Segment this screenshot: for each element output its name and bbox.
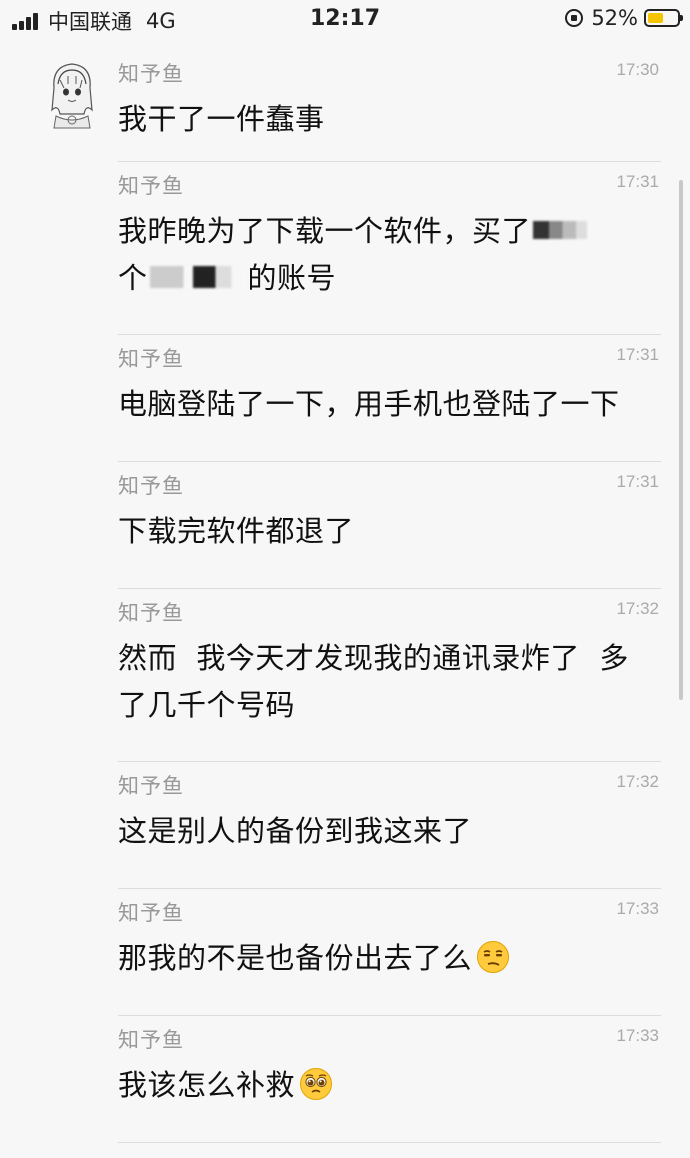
sender-name: 知予鱼	[118, 174, 184, 198]
message-time: 17:33	[616, 899, 659, 918]
orientation-lock-icon	[565, 9, 584, 27]
message-text: 那我的不是也备份出去了么	[118, 935, 661, 982]
message-text-part: 的账号	[247, 261, 337, 295]
sender-name: 知予鱼	[118, 601, 184, 625]
message-item[interactable]: 知予鱼 17:32 然而 我今天才发现我的通讯录炸了 多 了几千个号码	[118, 589, 661, 762]
message-time: 17:33	[616, 1026, 659, 1045]
battery-icon	[644, 9, 683, 27]
message-text-part: 我该怎么补救	[118, 1068, 296, 1102]
message-text-part: 了几千个号码	[118, 688, 296, 722]
sender-name: 知予鱼	[118, 62, 184, 86]
status-right: 52%	[565, 6, 683, 30]
message-item[interactable]: 知予鱼 17:32 这是别人的备份到我这来了	[118, 762, 661, 889]
pleading-face-icon	[300, 1068, 333, 1100]
message-text: 这是别人的备份到我这来了	[118, 814, 473, 848]
message-text-part: 个	[118, 261, 148, 295]
message-time: 17:30	[616, 60, 659, 79]
redacted-blur	[149, 266, 246, 288]
message-item[interactable]: 知予鱼 17:33 那我的不是也备份出去了么	[118, 889, 661, 1016]
sender-name: 知予鱼	[118, 1028, 184, 1052]
anime-girl-avatar-icon[interactable]	[46, 58, 98, 130]
message-item[interactable]: 知予鱼 17:31 电脑登陆了一下，用手机也登陆了一下	[118, 335, 661, 462]
message-text: 电脑登陆了一下，用手机也登陆了一下	[118, 387, 620, 421]
message-time: 17:31	[616, 172, 659, 191]
message-text: 我昨晚为了下载一个软件，买了 个 的账号	[118, 208, 661, 302]
sender-name: 知予鱼	[118, 474, 184, 498]
scrollbar[interactable]	[679, 180, 683, 700]
message-text: 然而 我今天才发现我的通讯录炸了 多 了几千个号码	[118, 635, 661, 729]
message-item[interactable]: 知予鱼 17:33 我该怎么补救	[118, 1016, 661, 1143]
message-item[interactable]: 知予鱼 17:30 我干了一件蠢事	[118, 50, 661, 162]
message-item[interactable]: 知予鱼 17:31 下载完软件都退了	[118, 462, 661, 589]
message-text-part: 然而 我今天才发现我的通讯录炸了 多	[118, 641, 629, 675]
message-time: 17:31	[616, 345, 659, 364]
battery-fill	[648, 13, 663, 23]
unamused-face-icon	[477, 941, 510, 973]
message-time: 17:32	[616, 599, 659, 618]
sender-name: 知予鱼	[118, 901, 184, 925]
redacted-blur	[533, 221, 588, 239]
sender-name: 知予鱼	[118, 774, 184, 798]
battery-percent: 52%	[591, 6, 638, 30]
message-text: 我干了一件蠢事	[118, 102, 325, 136]
message-text-part: 那我的不是也备份出去了么	[118, 941, 473, 975]
message-text: 我该怎么补救	[118, 1062, 661, 1109]
message-text: 下载完软件都退了	[118, 514, 355, 548]
message-text-part: 我昨晚为了下载一个软件，买了	[118, 214, 532, 248]
message-time: 17:32	[616, 772, 659, 791]
message-item[interactable]: 知予鱼 17:31 我昨晚为了下载一个软件，买了 个 的账号	[118, 162, 661, 335]
message-time: 17:31	[616, 472, 659, 491]
message-list: 知予鱼 17:30 我干了一件蠢事 知予鱼 17:31 我昨晚为了下载一个软件，…	[118, 50, 661, 1143]
status-bar: 中国联通 4G 12:17 52%	[0, 0, 690, 40]
sender-name: 知予鱼	[118, 347, 184, 371]
